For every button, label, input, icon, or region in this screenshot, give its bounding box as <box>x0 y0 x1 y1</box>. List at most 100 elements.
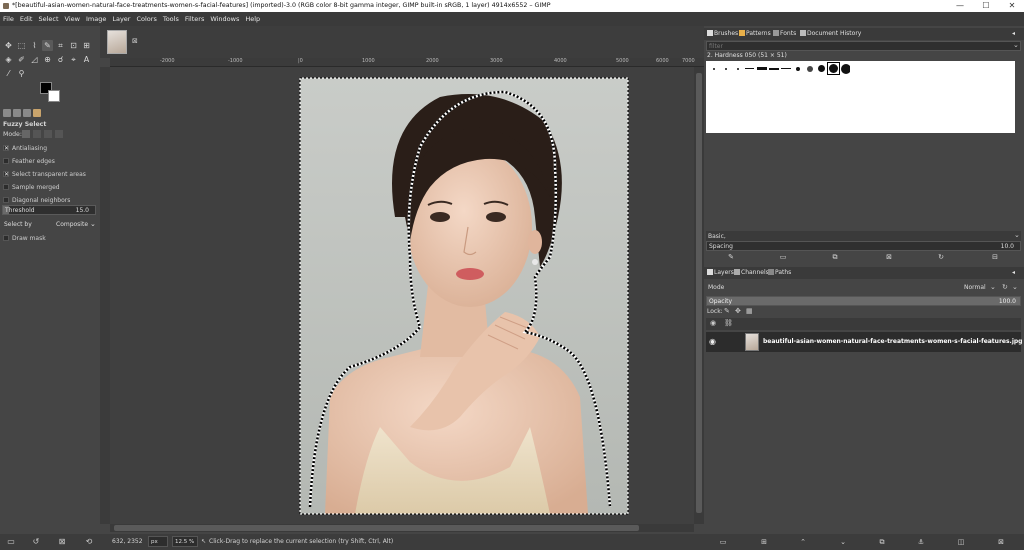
brush-preset-value[interactable]: Basic, <box>708 233 726 240</box>
images-tab-icon[interactable] <box>33 109 41 117</box>
menu-select[interactable]: Select <box>38 15 58 23</box>
bucket-fill-tool-icon[interactable]: ◈ <box>3 54 14 65</box>
layer-name[interactable]: beautiful-asian-women-natural-face-treat… <box>763 338 1022 345</box>
lasso-tool-icon[interactable]: ⌇ <box>29 40 40 51</box>
chevron-down-icon[interactable]: ⌄ <box>90 220 96 228</box>
diagonal-neighbors-checkbox[interactable] <box>3 197 9 203</box>
open-brush-icon[interactable]: ⊟ <box>990 252 1000 262</box>
edit-brush-icon[interactable]: ✎ <box>726 252 736 262</box>
brush-filter-input[interactable] <box>706 41 1021 51</box>
tab-paths[interactable]: Paths <box>768 269 791 276</box>
brush-item[interactable] <box>804 63 815 74</box>
restore-options-icon[interactable]: ↺ <box>31 537 41 547</box>
menu-edit[interactable]: Edit <box>20 15 33 23</box>
tab-fonts[interactable]: Fonts <box>773 30 796 37</box>
brush-item[interactable] <box>816 63 827 74</box>
antialiasing-checkbox[interactable]: ✕ <box>3 145 9 152</box>
menu-file[interactable]: File <box>3 15 14 23</box>
brush-item[interactable] <box>780 63 791 74</box>
horizontal-scrollbar[interactable] <box>110 524 694 532</box>
rect-select-tool-icon[interactable]: ⬚ <box>16 40 27 51</box>
refresh-brushes-icon[interactable]: ↻ <box>936 252 946 262</box>
clone-tool-icon[interactable]: ⊕ <box>42 54 53 65</box>
reset-mode-icon[interactable]: ↻ <box>1002 283 1008 291</box>
image-canvas[interactable] <box>110 67 694 524</box>
color-picker-tool-icon[interactable]: ⁄ <box>3 68 14 79</box>
menu-image[interactable]: Image <box>86 15 106 23</box>
reset-options-icon[interactable]: ⟲ <box>84 537 94 547</box>
tab-document-history[interactable]: Document History <box>800 30 861 37</box>
mode-add-icon[interactable] <box>33 130 41 138</box>
move-tool-icon[interactable]: ✥ <box>3 40 14 51</box>
fuzzy-select-tool-icon[interactable]: ✎ <box>42 40 53 51</box>
image-tab-thumbnail[interactable] <box>107 30 127 54</box>
chevron-down-icon[interactable]: ⌄ <box>1012 283 1018 291</box>
brush-item[interactable] <box>756 63 767 74</box>
new-brush-icon[interactable]: ▭ <box>778 252 788 262</box>
device-status-tab-icon[interactable] <box>13 109 21 117</box>
panel-menu-icon[interactable]: ◂ <box>1012 269 1015 276</box>
text-tool-icon[interactable]: A <box>81 54 92 65</box>
brush-grid[interactable] <box>706 61 851 133</box>
new-layer-icon[interactable]: ▭ <box>718 537 728 547</box>
threshold-slider[interactable]: Threshold 15.0 <box>2 205 96 215</box>
new-layer-group-icon[interactable]: ⊞ <box>759 537 769 547</box>
lock-pixels-icon[interactable]: ✎ <box>724 307 730 315</box>
chevron-down-icon[interactable]: ⌄ <box>1014 231 1020 239</box>
brush-item[interactable] <box>768 63 779 74</box>
sample-merged-checkbox[interactable] <box>3 184 9 190</box>
unit-dropdown[interactable]: px <box>148 536 168 547</box>
mode-intersect-icon[interactable] <box>55 130 63 138</box>
lower-layer-icon[interactable]: ⌄ <box>838 537 848 547</box>
maximize-button[interactable]: ☐ <box>974 0 998 12</box>
mode-replace-icon[interactable] <box>22 130 30 138</box>
panel-menu-icon[interactable]: ◂ <box>1012 30 1015 37</box>
brush-item[interactable] <box>708 63 719 74</box>
tab-layers[interactable]: Layers <box>707 269 734 276</box>
layer-mode-dropdown[interactable]: Normal <box>964 284 986 291</box>
raise-layer-icon[interactable]: ⌃ <box>798 537 808 547</box>
duplicate-brush-icon[interactable]: ⧉ <box>830 252 840 262</box>
anchor-layer-icon[interactable]: ⚓ <box>916 537 926 547</box>
lock-alpha-icon[interactable]: ▦ <box>746 307 753 315</box>
undo-history-tab-icon[interactable] <box>23 109 31 117</box>
paintbrush-tool-icon[interactable]: ✐ <box>16 54 27 65</box>
brush-item[interactable] <box>732 63 743 74</box>
brush-grid-extension[interactable] <box>850 61 1015 133</box>
tab-brushes[interactable]: Brushes <box>707 30 738 37</box>
menu-layer[interactable]: Layer <box>112 15 130 23</box>
background-color-swatch[interactable] <box>48 90 60 102</box>
menu-tools[interactable]: Tools <box>163 15 179 23</box>
brush-item[interactable] <box>744 63 755 74</box>
transform-tool-icon[interactable]: ⊡ <box>68 40 79 51</box>
opacity-slider[interactable]: Opacity 100.0 <box>706 296 1021 306</box>
paths-tool-icon[interactable]: ⌖ <box>68 54 79 65</box>
menu-filters[interactable]: Filters <box>185 15 204 23</box>
select-transparent-checkbox[interactable]: ✕ <box>3 171 9 178</box>
minimize-button[interactable]: — <box>948 0 972 12</box>
scrollbar-thumb[interactable] <box>114 525 639 531</box>
layer-visibility-eye-icon[interactable]: ◉ <box>709 337 716 346</box>
eraser-tool-icon[interactable]: ◿ <box>29 54 40 65</box>
select-by-dropdown[interactable]: Composite <box>56 221 88 228</box>
tab-patterns[interactable]: Patterns <box>739 30 771 37</box>
menu-view[interactable]: View <box>65 15 80 23</box>
close-tab-icon[interactable]: ⊠ <box>132 37 138 45</box>
duplicate-layer-icon[interactable]: ⧉ <box>877 537 887 547</box>
lock-position-icon[interactable]: ✥ <box>735 307 741 315</box>
menu-help[interactable]: Help <box>245 15 260 23</box>
brush-item-selected[interactable] <box>827 62 840 75</box>
brush-item[interactable] <box>720 63 731 74</box>
delete-brush-icon[interactable]: ⊠ <box>884 252 894 262</box>
feather-edges-checkbox[interactable] <box>3 158 9 164</box>
layer-mask-icon[interactable]: ◫ <box>956 537 966 547</box>
draw-mask-checkbox[interactable] <box>3 235 9 241</box>
chevron-down-icon[interactable]: ⌄ <box>1013 41 1019 49</box>
delete-layer-icon[interactable]: ⊠ <box>996 537 1006 547</box>
chevron-down-icon[interactable]: ⌄ <box>990 283 996 291</box>
crop-tool-icon[interactable]: ⌗ <box>55 40 66 51</box>
spacing-slider[interactable]: Spacing 10.0 <box>706 241 1021 251</box>
tab-channels[interactable]: Channels <box>734 269 769 276</box>
vertical-scrollbar[interactable] <box>694 67 704 524</box>
zoom-dropdown[interactable]: 12.5 % <box>172 536 198 547</box>
